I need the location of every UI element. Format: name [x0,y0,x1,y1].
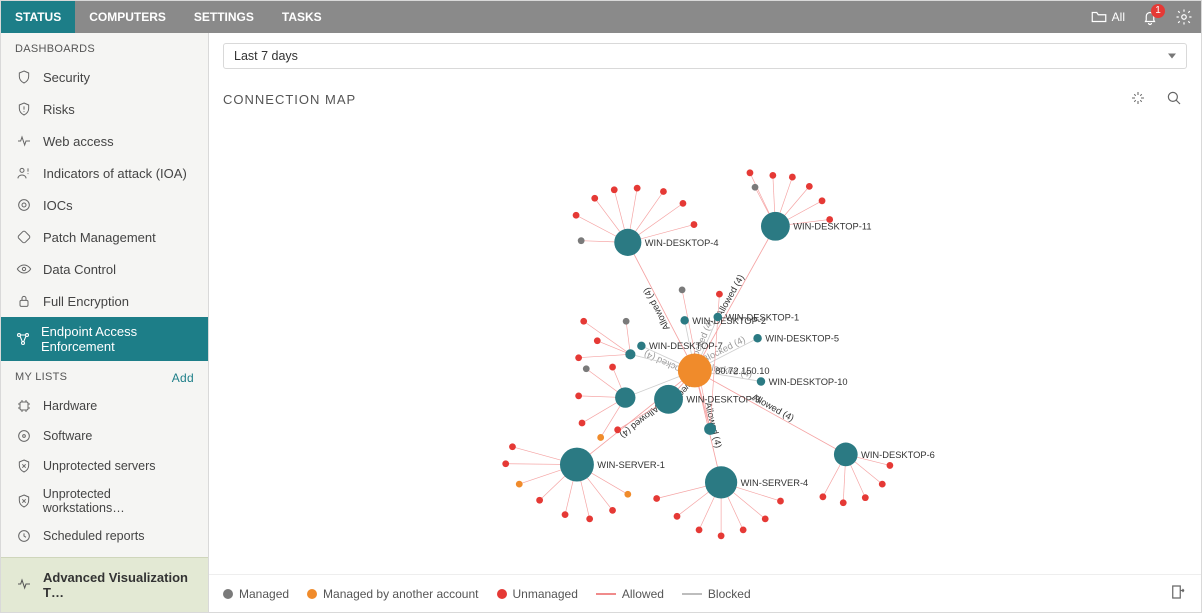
top-nav: STATUS COMPUTERS SETTINGS TASKS All 1 [1,1,1201,33]
sidebar-item-software[interactable]: Software [1,421,208,451]
sidebar-item-hardware[interactable]: Hardware [1,391,208,421]
tab-tasks[interactable]: TASKS [268,1,336,33]
shield-x-icon [16,493,32,509]
sidebar-item-patch[interactable]: Patch Management [1,221,208,253]
svg-text:WIN-DESKTOP-4: WIN-DESKTOP-4 [645,238,719,248]
sidebar-footer-label: Advanced Visualization T… [43,570,194,600]
main-panel: Last 7 days CONNECTION MAP Allowed (4) Al… [209,33,1201,612]
tab-settings[interactable]: SETTINGS [180,1,268,33]
sidebar-item-label: Hardware [43,399,97,413]
lock-icon [16,293,32,309]
patch-icon [16,229,32,245]
time-range-value: Last 7 days [234,49,298,63]
sidebar-section-dashboards: DASHBOARDS [1,33,208,61]
svg-text:Allowed (4): Allowed (4) [618,403,661,440]
add-list-link[interactable]: Add [172,371,194,385]
sidebar-item-label: Scheduled reports [43,529,144,543]
sidebar-item-label: IOCs [43,198,73,213]
sidebar-item-security[interactable]: Security [1,61,208,93]
legend: Managed Managed by another account Unman… [209,574,1201,612]
tab-computers[interactable]: COMPUTERS [75,1,180,33]
sidebar-item-label: Unprotected servers [43,459,156,473]
svg-text:WIN-DESKTOP-6: WIN-DESKTOP-6 [861,450,935,460]
svg-text:WIN-DESKTOP-1: WIN-DESKTOP-1 [725,312,799,322]
notification-badge: 1 [1151,4,1165,18]
chip-icon [16,398,32,414]
sidebar-footer-visualization[interactable]: Advanced Visualization T… [1,557,208,612]
svg-text:WIN-DESKTOP-5: WIN-DESKTOP-5 [765,334,839,344]
sidebar-item-label: Data Control [43,262,116,277]
svg-text:WIN-SERVER-4: WIN-SERVER-4 [741,478,809,488]
sidebar-item-label: Risks [43,102,75,117]
pulse-icon [15,576,33,592]
sidebar-item-unprotected-servers[interactable]: Unprotected servers [1,451,208,481]
shield-icon [16,69,32,85]
disc-icon [16,428,32,444]
shield-alert-icon [16,101,32,117]
search-icon [1165,89,1183,107]
folder-icon [1090,8,1108,26]
scope-all-button[interactable]: All [1082,1,1133,33]
sidebar-section-mylists: MY LISTS Add [1,361,208,391]
network-icon [15,331,31,347]
export-icon [1169,583,1187,601]
sparkle-icon [1129,89,1147,107]
svg-text:80.72.150.10: 80.72.150.10 [715,366,769,376]
svg-text:Allowed (4): Allowed (4) [641,286,671,332]
sidebar-item-endpoint-access[interactable]: Endpoint Access Enforcement [1,317,208,361]
sidebar-item-data-control[interactable]: Data Control [1,253,208,285]
sidebar-item-unprotected-workstations[interactable]: Unprotected workstations… [1,481,208,521]
connection-map-graph[interactable]: Allowed (4)Allowed (4)Blocked (4)Blocked… [209,116,1201,574]
settings-gear-button[interactable] [1167,1,1201,33]
panel-title: CONNECTION MAP [223,92,356,107]
pulse-icon [15,133,33,149]
svg-text:WIN-DESKTOP-3: WIN-DESKTOP-3 [686,395,760,405]
person-alert-icon [16,165,32,181]
svg-text:WIN-SERVER-1: WIN-SERVER-1 [597,460,665,470]
shield-x-icon [16,458,32,474]
sidebar-item-label: Security [43,70,90,85]
sidebar-item-label: Indicators of attack (IOA) [43,166,187,181]
legend-item-unmanaged: Unmanaged [497,587,578,601]
sidebar-item-risks[interactable]: Risks [1,93,208,125]
svg-text:WIN-DESKTOP-10: WIN-DESKTOP-10 [769,377,848,387]
sidebar-item-iocs[interactable]: IOCs [1,189,208,221]
eye-icon [15,261,33,277]
legend-item-blocked: Blocked [682,587,751,601]
sidebar-item-scheduled-reports[interactable]: Scheduled reports [1,521,208,551]
svg-text:WIN-DESKTOP-7: WIN-DESKTOP-7 [649,341,723,351]
sidebar-item-encryption[interactable]: Full Encryption [1,285,208,317]
sidebar-item-label: Web access [43,134,114,149]
layout-button[interactable] [1125,85,1151,114]
sidebar-item-label: Unprotected workstations… [43,487,194,515]
scope-label: All [1112,10,1125,24]
time-range-select[interactable]: Last 7 days [223,43,1187,69]
clock-icon [16,528,32,544]
legend-item-allowed: Allowed [596,587,664,601]
sidebar-item-ioa[interactable]: Indicators of attack (IOA) [1,157,208,189]
sidebar-item-label: Endpoint Access Enforcement [41,324,194,354]
sidebar: DASHBOARDS Security Risks Web access Ind… [1,33,209,612]
sidebar-item-label: Patch Management [43,230,156,245]
sidebar-item-label: Full Encryption [43,294,129,309]
sidebar-item-web-access[interactable]: Web access [1,125,208,157]
gear-icon [1175,8,1193,26]
legend-item-managed: Managed [223,587,289,601]
tab-status[interactable]: STATUS [1,1,75,33]
search-button[interactable] [1161,85,1187,114]
legend-item-managed-other: Managed by another account [307,587,478,601]
sidebar-item-label: Software [43,429,92,443]
export-button[interactable] [1169,583,1187,604]
svg-text:WIN-DESKTOP-11: WIN-DESKTOP-11 [793,222,871,232]
target-icon [16,197,32,213]
notifications-button[interactable]: 1 [1133,1,1167,33]
